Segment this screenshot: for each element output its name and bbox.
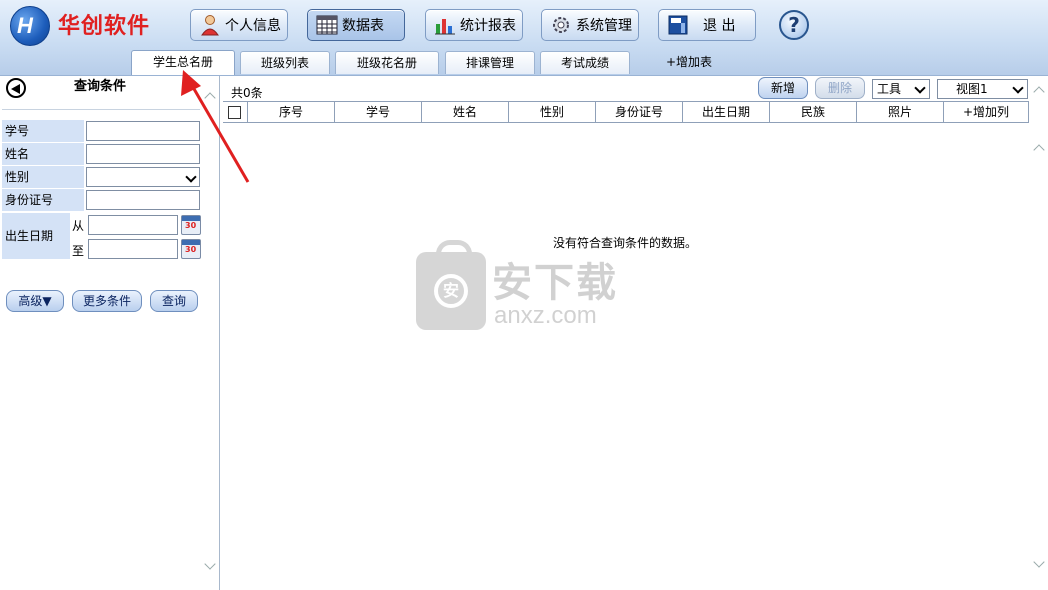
red-arrow-annotation bbox=[181, 70, 250, 183]
